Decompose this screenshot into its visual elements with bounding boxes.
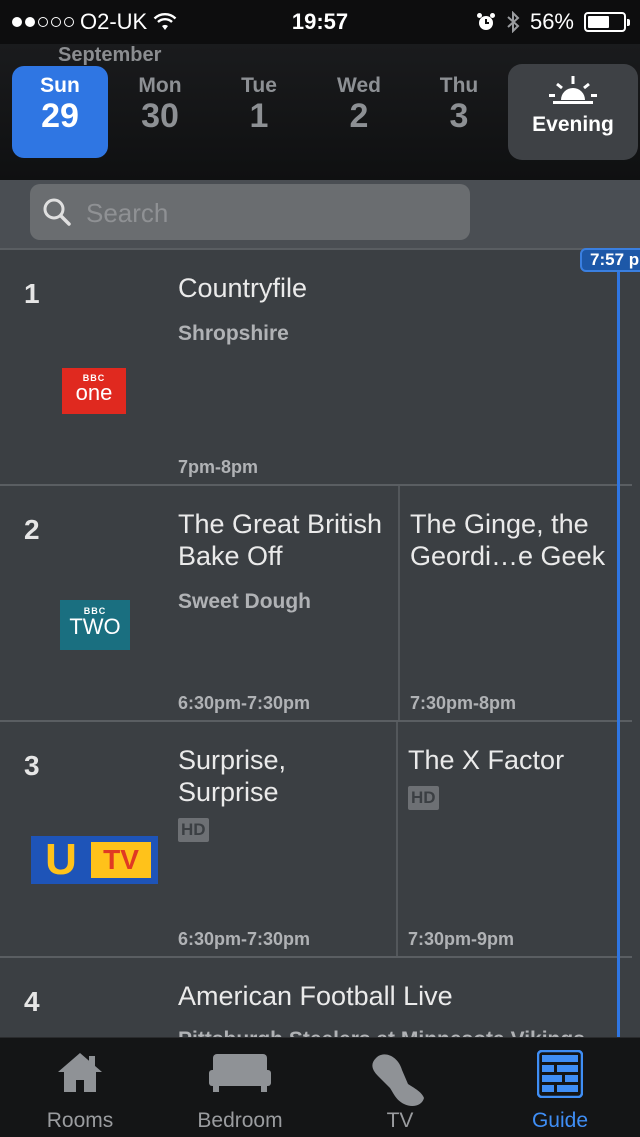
time-of-day-button[interactable]: Evening — [508, 64, 638, 160]
tab-bar: Rooms Bedroom TV Guide — [0, 1037, 640, 1137]
programme-title: Countryfile — [178, 273, 308, 303]
day-number: 3 — [449, 97, 469, 135]
bed-icon — [209, 1054, 271, 1092]
channel-row: 2 BBC TWO The Great British Bake Off Swe… — [0, 484, 632, 722]
channel-row: 3 U TV Surprise, Surprise HD 6:30pm-7:30… — [0, 720, 632, 958]
month-label: September — [58, 44, 162, 66]
day-thu[interactable]: Thu 3 — [411, 66, 507, 158]
day-number: 30 — [141, 97, 179, 135]
programme-time: 7:30pm-8pm — [410, 693, 517, 713]
programme-title: American Football Live — [178, 981, 453, 1011]
tab-label: Rooms — [46, 1109, 114, 1132]
tab-rooms[interactable]: Rooms — [0, 1038, 160, 1137]
tab-bedroom[interactable]: Bedroom — [160, 1038, 320, 1137]
guide-grid-icon — [537, 1050, 583, 1098]
programme-cell[interactable]: The Great British Bake Off Sweet Dough 6… — [178, 486, 398, 722]
tab-tv[interactable]: TV — [320, 1038, 480, 1137]
hd-badge: HD — [408, 786, 439, 810]
search-bar: Search — [0, 180, 640, 248]
day-number: 1 — [249, 97, 269, 135]
tab-label: Guide — [531, 1109, 589, 1132]
channel-number: 3 — [24, 750, 40, 781]
battery-percentage: 56% — [529, 9, 574, 34]
alarm-icon — [476, 13, 495, 30]
programme-cell[interactable]: Countryfile Shropshire 7pm-8pm — [178, 250, 614, 486]
programme-title: The X Factor — [408, 745, 565, 775]
programme-subtitle: Shropshire — [178, 322, 289, 345]
channel-number: 2 — [24, 514, 40, 545]
bbc-two-logo: BBC TWO — [60, 600, 130, 650]
tab-guide[interactable]: Guide — [480, 1038, 640, 1137]
search-icon — [43, 198, 71, 226]
programme-time: 7pm-8pm — [178, 457, 259, 477]
status-bar: O2-UK 19:57 56% — [0, 0, 640, 44]
programme-subtitle: Sweet Dough — [178, 590, 312, 613]
programme-time: 6:30pm-7:30pm — [178, 693, 311, 713]
utv-logo: U TV — [31, 836, 158, 884]
day-name: Tue — [241, 74, 277, 97]
house-icon — [58, 1053, 102, 1092]
programme-subtitle: Pittsburgh Steelers at Minnesota Vikings — [178, 1028, 585, 1037]
sunset-icon — [549, 76, 597, 104]
programme-time: 7:30pm-9pm — [408, 929, 515, 949]
programme-title: The Ginge, the Geordi…e Geek — [410, 509, 606, 571]
programme-cell[interactable]: The X Factor HD 7:30pm-9pm — [396, 722, 614, 958]
search-placeholder: Search — [86, 198, 169, 228]
day-wed[interactable]: Wed 2 — [311, 66, 407, 158]
bluetooth-icon — [507, 11, 520, 33]
current-time-marker: 7:57 pm — [580, 248, 640, 272]
programme-title: Surprise, Surprise — [178, 745, 287, 807]
programme-cell[interactable]: Surprise, Surprise HD 6:30pm-7:30pm — [178, 722, 396, 958]
programme-cell[interactable]: American Football Live Pittsburgh Steele… — [178, 958, 614, 1037]
channel-row: 1 BBC one Countryfile Shropshire 7pm-8pm — [0, 248, 632, 486]
current-time-line — [617, 272, 620, 1037]
hd-badge: HD — [178, 818, 209, 842]
day-name: Wed — [337, 74, 381, 97]
date-header: September Sun 29 Mon 30 Tue 1 Wed 2 Thu … — [0, 44, 640, 180]
channel-row: 4 American Football Live Pittsburgh Stee… — [0, 956, 632, 1037]
programme-title: The Great British Bake Off — [178, 509, 383, 571]
bbc-one-logo: BBC one — [62, 368, 126, 414]
channel-number: 4 — [24, 986, 40, 1017]
programme-cell[interactable]: The Ginge, the Geordi…e Geek 7:30pm-8pm — [398, 486, 614, 722]
day-name: Sun — [40, 74, 80, 97]
day-sun[interactable]: Sun 29 — [12, 66, 108, 158]
battery-icon — [584, 12, 630, 32]
day-name: Thu — [439, 74, 479, 97]
tab-label: TV — [386, 1109, 414, 1132]
channel-number: 1 — [24, 278, 40, 309]
programme-time: 6:30pm-7:30pm — [178, 929, 311, 949]
day-number: 2 — [349, 97, 369, 135]
day-name: Mon — [138, 74, 182, 97]
time-of-day-label: Evening — [532, 113, 614, 136]
day-mon[interactable]: Mon 30 — [112, 66, 208, 158]
tab-label: Bedroom — [197, 1109, 283, 1132]
programme-guide[interactable]: 1 BBC one Countryfile Shropshire 7pm-8pm… — [0, 248, 640, 1037]
day-tue[interactable]: Tue 1 — [211, 66, 307, 158]
day-number: 29 — [41, 97, 79, 135]
remote-icon — [372, 1054, 424, 1106]
search-input[interactable]: Search — [30, 184, 470, 240]
